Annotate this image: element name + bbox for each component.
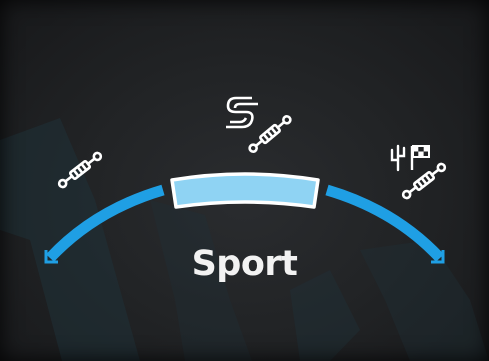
drive-mode-display: Sport xyxy=(0,0,489,361)
suspension-comfort-icon xyxy=(57,151,103,189)
drive-mode-gauge xyxy=(44,96,447,264)
off-road-terrain-icon xyxy=(390,144,447,200)
sport-s-suspension-icon xyxy=(226,96,292,153)
arc-segment-sport-selected xyxy=(170,172,320,209)
selected-mode-label: Sport xyxy=(191,244,298,284)
